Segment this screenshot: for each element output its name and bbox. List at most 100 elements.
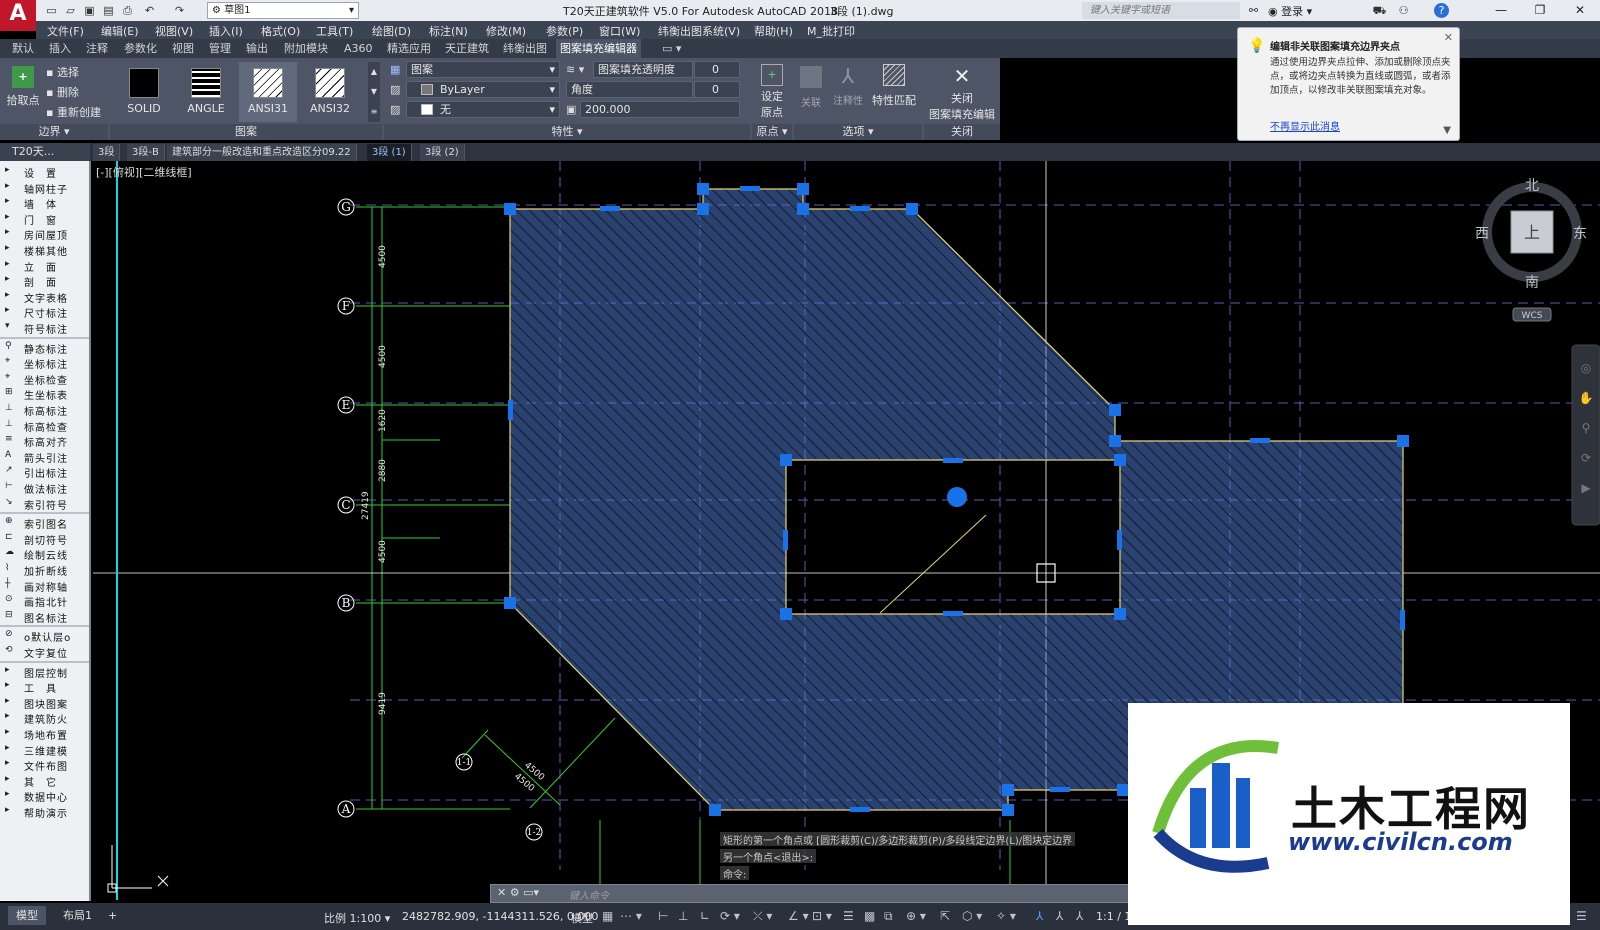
snap-icon[interactable]: ⋯ ▾ — [620, 909, 642, 923]
annotation-scale-icon[interactable]: ⅄ — [1076, 909, 1083, 923]
palette-item[interactable]: ⊘ o默认层o — [0, 628, 89, 644]
grid-icon[interactable]: ▦ — [602, 909, 613, 923]
viewcube-north[interactable]: 北 — [1525, 178, 1539, 194]
3d-osnap-icon[interactable]: ⊕ ▾ — [906, 909, 926, 923]
menu-file[interactable]: 文件(F) — [47, 23, 84, 39]
zoom-icon[interactable]: ⚲ — [1582, 421, 1591, 435]
palette-item[interactable]: ⌖ 坐标标注 — [0, 355, 89, 371]
ribbon-minimize-icon[interactable]: ▭ ▾ — [658, 39, 685, 58]
workspace-select[interactable]: ⚙ 草图1 ▾ — [207, 2, 359, 19]
palette-item[interactable]: ▸ 立 面 — [0, 258, 89, 274]
palette-item[interactable]: ≡ 标高对齐 — [0, 433, 89, 449]
dynamic-ucs-icon[interactable]: ⇱ — [940, 909, 950, 923]
palette-item[interactable]: ⊢ 做法标注 — [0, 480, 89, 496]
gizmo-icon[interactable]: ✧ ▾ — [996, 909, 1016, 923]
close-window-button[interactable]: ✕ — [1560, 0, 1600, 21]
palette-item[interactable]: ⌖ 坐标检查 — [0, 371, 89, 387]
restore-button[interactable]: ❐ — [1520, 0, 1560, 21]
palette-item[interactable]: ▸ 图块图案 — [0, 695, 89, 711]
select-boundary-button[interactable]: ▪ 选择 — [46, 64, 79, 80]
orbit-icon[interactable]: ⟳ — [1581, 451, 1591, 465]
palette-item[interactable]: ⊞ 生坐标表 — [0, 386, 89, 402]
match-properties-button[interactable]: 特性匹配 — [868, 62, 920, 122]
palette-item[interactable]: ▸ 帮助演示 — [0, 804, 89, 820]
tab-tangent[interactable]: 天正建筑 — [441, 39, 493, 58]
doc-tab[interactable]: 3段 (2) — [420, 144, 465, 161]
command-input[interactable]: 键入命令 — [569, 887, 609, 902]
command-line[interactable]: ✕ ⚙ ▭▾ 键入命令 — [490, 884, 1130, 903]
pick-point-button[interactable]: + 拾取点 — [4, 62, 42, 120]
dont-show-again-link[interactable]: 不再显示此消息 — [1270, 118, 1340, 133]
command-recent-icon[interactable]: ▭▾ — [523, 886, 539, 899]
palette-item[interactable]: ▸ 轴网柱子 — [0, 180, 89, 196]
polar-icon[interactable]: ⟳ ▾ — [720, 909, 740, 923]
viewcube-south[interactable]: 南 — [1525, 275, 1539, 291]
palette-item[interactable]: ↘ 索引符号 — [0, 496, 89, 512]
pattern-solid[interactable]: SOLID — [115, 62, 173, 122]
viewcube-east[interactable]: 东 — [1573, 226, 1587, 242]
transparency-icon[interactable]: ▩ — [864, 909, 875, 923]
menu-edit[interactable]: 编辑(E) — [101, 23, 139, 39]
model-space-toggle[interactable]: 模型 — [571, 910, 593, 926]
pan-icon[interactable]: ✋ — [1579, 391, 1594, 405]
object-snap-icon[interactable]: ⊡ ▾ — [812, 909, 832, 923]
remove-boundary-button[interactable]: ▪ 删除 — [46, 84, 79, 100]
tab-addins[interactable]: 附加模块 — [280, 39, 332, 58]
ortho-icon[interactable]: ∟ — [700, 909, 710, 923]
chevron-down-icon[interactable]: ▼ — [1443, 125, 1451, 136]
dynamic-input-icon[interactable]: ⊥ — [678, 909, 688, 923]
undo-icon[interactable]: ↶ — [142, 3, 157, 18]
menu-modify[interactable]: 修改(M) — [486, 23, 526, 39]
tab-hatch-editor[interactable]: 图案填充编辑器 — [556, 39, 641, 58]
palette-item[interactable]: ☁ 绘制云线 — [0, 546, 89, 562]
close-icon[interactable]: ✕ — [497, 886, 506, 899]
palette-item[interactable]: ⊥ 标高检查 — [0, 418, 89, 434]
menu-tools[interactable]: 工具(T) — [316, 23, 353, 39]
palette-item[interactable]: ⊏ 剖切符号 — [0, 531, 89, 547]
scale-input[interactable]: 200.000 — [580, 101, 740, 118]
tab-manage[interactable]: 管理 — [205, 39, 235, 58]
isodraft-icon[interactable]: ⤫ ▾ — [753, 909, 772, 924]
set-origin-button[interactable]: + 设定 原点 — [752, 62, 792, 122]
annotation-visibility-icon[interactable]: ⅄ — [1036, 909, 1043, 923]
boundary-panel-label[interactable]: 边界 ▾ — [0, 124, 108, 140]
palette-item[interactable]: A 箭头引注 — [0, 449, 89, 465]
menu-window[interactable]: 窗口(W) — [599, 23, 640, 39]
transparency-input[interactable]: 0 — [694, 61, 740, 78]
viewport-controls[interactable]: [-][俯视][二维线框] — [96, 164, 192, 180]
menu-view[interactable]: 视图(V) — [155, 23, 193, 39]
pattern-scroll[interactable]: ▲ ▼ ≡ — [368, 62, 380, 122]
object-snap-tracking-icon[interactable]: ∠ ▾ — [788, 909, 809, 923]
wrench-icon[interactable]: ⚙ — [510, 886, 523, 899]
palette-item[interactable]: ⟲ 文字复位 — [0, 644, 89, 660]
palette-item[interactable]: ▸ 工 具 — [0, 679, 89, 695]
palette-item[interactable]: ▸ 尺寸标注 — [0, 304, 89, 320]
angle-input[interactable]: 0 — [694, 81, 740, 98]
palette-item[interactable]: ⌇ 加折断线 — [0, 562, 89, 578]
pattern-ansi32[interactable]: ANSI32 — [301, 62, 359, 122]
menu-batch-print[interactable]: M_批打印 — [807, 23, 855, 39]
palette-item[interactable]: ▸ 场地布置 — [0, 726, 89, 742]
login-button[interactable]: ◉ 登录 ▾ — [1268, 3, 1312, 19]
close-icon[interactable]: ✕ — [1444, 31, 1453, 44]
palette-item[interactable]: ▸ 墙 体 — [0, 195, 89, 211]
minimize-button[interactable]: — — [1481, 0, 1521, 21]
recreate-boundary-button[interactable]: ▪ 重新创建 — [46, 104, 101, 120]
palette-item[interactable]: ⚲ 静态标注 — [0, 340, 89, 356]
tab-layout1[interactable]: 布局1 — [55, 906, 100, 925]
palette-item[interactable]: ▸ 设 置 — [0, 164, 89, 180]
close-hatch-editor-button[interactable]: ✕ 关闭 图案填充编辑器 — [924, 62, 1000, 137]
selection-filter-icon[interactable]: ⬡ ▾ — [962, 909, 982, 923]
pattern-angle[interactable]: ANGLE — [177, 62, 235, 122]
palette-title[interactable]: T20天... — [0, 143, 90, 161]
palette-item[interactable]: ▸ 楼梯其他 — [0, 242, 89, 258]
save-icon[interactable]: ▣ — [82, 3, 97, 18]
hatch-color-select[interactable]: ByLayer ▾ — [406, 81, 560, 98]
add-layout-icon[interactable]: + — [100, 906, 125, 925]
properties-panel-label[interactable]: 特性 ▾ — [384, 124, 750, 140]
palette-item[interactable]: ▸ 图层控制 — [0, 664, 89, 680]
palette-item[interactable]: ▸ 数据中心 — [0, 788, 89, 804]
palette-item[interactable]: ┼ 画对称轴 — [0, 578, 89, 594]
palette-item[interactable]: ▾ 符号标注 — [0, 320, 89, 336]
new-file-icon[interactable]: ▭ — [44, 3, 59, 18]
